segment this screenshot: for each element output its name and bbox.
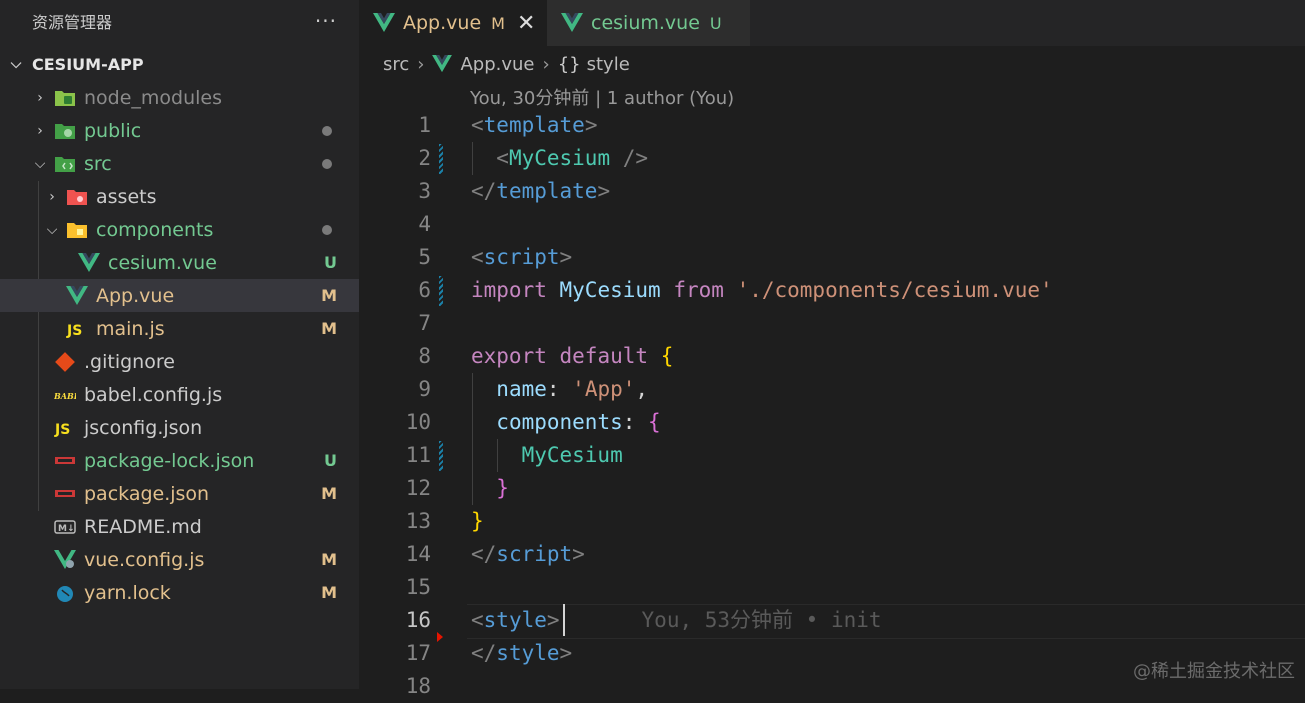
code-line-current: 16 <style> You, 53分钟前 • init [0, 604, 1305, 637]
breadcrumb-folder[interactable]: src [383, 54, 409, 75]
code-text: </script> [471, 542, 585, 566]
vue-file-icon [561, 13, 583, 32]
vue-file-icon [373, 13, 395, 32]
line-number: 2 [418, 146, 431, 170]
git-status-badge: U [709, 13, 722, 33]
git-status-badge: M [491, 13, 505, 33]
code-line: 12 } [0, 472, 1305, 505]
code-line: 9 name: 'App', [0, 373, 1305, 406]
line-number: 13 [405, 509, 431, 533]
code-line: 13 } [0, 505, 1305, 538]
line-number: 8 [418, 344, 431, 368]
code-text: export default { [471, 344, 674, 368]
code-text: import MyCesium from './components/cesiu… [471, 278, 1053, 302]
line-number: 11 [405, 443, 431, 467]
code-text: <style> You, 53分钟前 • init [471, 608, 882, 632]
line-number: 1 [418, 113, 431, 137]
explorer-header: 资源管理器 ··· [0, 0, 359, 42]
breadcrumb-file[interactable]: App.vue [460, 54, 534, 75]
file-tree-label: node_modules [84, 86, 223, 109]
line-number: 5 [418, 245, 431, 269]
more-actions-icon[interactable]: ··· [315, 9, 337, 33]
code-text: components: { [496, 410, 661, 434]
workspace-section-header[interactable]: ⌵ CESIUM-APP [0, 48, 359, 80]
code-text: </style> [471, 641, 573, 665]
code-line: 1 <template> [0, 109, 1305, 142]
code-line: 6 import MyCesium from './components/ces… [0, 274, 1305, 307]
code-line: 2 <MyCesium /> [0, 142, 1305, 175]
node-folder-icon [54, 87, 76, 109]
line-number: 4 [418, 212, 431, 236]
breadcrumb: src › App.vue › {} style [383, 50, 630, 78]
chevron-right-icon: › [417, 53, 425, 75]
modified-gutter-marker [439, 441, 443, 471]
editor-tab-bar: App.vue M ✕ cesium.vue U [359, 0, 1305, 46]
code-line: 10 components: { [0, 406, 1305, 439]
line-number: 9 [418, 377, 431, 401]
tab-app-vue[interactable]: App.vue M ✕ [359, 0, 547, 46]
code-line: 17 </style> [0, 637, 1305, 670]
tab-label: cesium.vue [591, 12, 700, 34]
code-text: <MyCesium /> [496, 146, 649, 170]
code-line: 5 <script> [0, 241, 1305, 274]
workspace-title: CESIUM-APP [32, 54, 144, 74]
code-line: 7 [0, 307, 1305, 340]
tab-cesium-vue[interactable]: cesium.vue U [547, 0, 750, 46]
line-number: 10 [405, 410, 431, 434]
vue-file-icon [432, 55, 453, 73]
code-text: } [471, 509, 484, 533]
code-text: } [496, 476, 509, 500]
git-blame-codelens[interactable]: You, 30分钟前 | 1 author (You) [470, 84, 734, 110]
line-number: 12 [405, 476, 431, 500]
chevron-right-icon: › [37, 89, 43, 106]
modified-gutter-marker [439, 276, 443, 306]
modified-gutter-marker [439, 144, 443, 174]
code-line: 11 MyCesium [0, 439, 1305, 472]
code-text: <script> [471, 245, 573, 269]
line-number: 16 [405, 608, 431, 632]
text-cursor [563, 604, 565, 636]
code-text: MyCesium [521, 443, 623, 467]
chevron-right-icon: › [542, 53, 550, 75]
code-line: 18 [0, 670, 1305, 703]
error-marker-icon [437, 632, 443, 642]
inline-git-blame: You, 53分钟前 • init [641, 608, 882, 632]
line-number: 6 [418, 278, 431, 302]
line-number: 18 [405, 674, 431, 698]
code-text: <template> [471, 113, 598, 137]
watermark: @稀土掘金技术社区 [1133, 661, 1295, 682]
code-line: 3 </template> [0, 175, 1305, 208]
code-line: 15 [0, 571, 1305, 604]
line-number: 15 [405, 575, 431, 599]
code-line: 8 export default { [0, 340, 1305, 373]
explorer-title: 资源管理器 [32, 13, 113, 32]
line-number: 3 [418, 179, 431, 203]
line-number: 17 [405, 641, 431, 665]
close-icon[interactable]: ✕ [517, 11, 535, 36]
code-line: 4 [0, 208, 1305, 241]
breadcrumb-symbol[interactable]: style [587, 54, 630, 75]
tab-label: App.vue [403, 12, 482, 34]
symbol-icon: {} [557, 53, 581, 75]
chevron-down-icon: ⌵ [10, 56, 22, 72]
code-line: 14 </script> [0, 538, 1305, 571]
line-number: 7 [418, 311, 431, 335]
line-number: 14 [405, 542, 431, 566]
code-text: </template> [471, 179, 611, 203]
code-text: name: 'App', [496, 377, 649, 401]
